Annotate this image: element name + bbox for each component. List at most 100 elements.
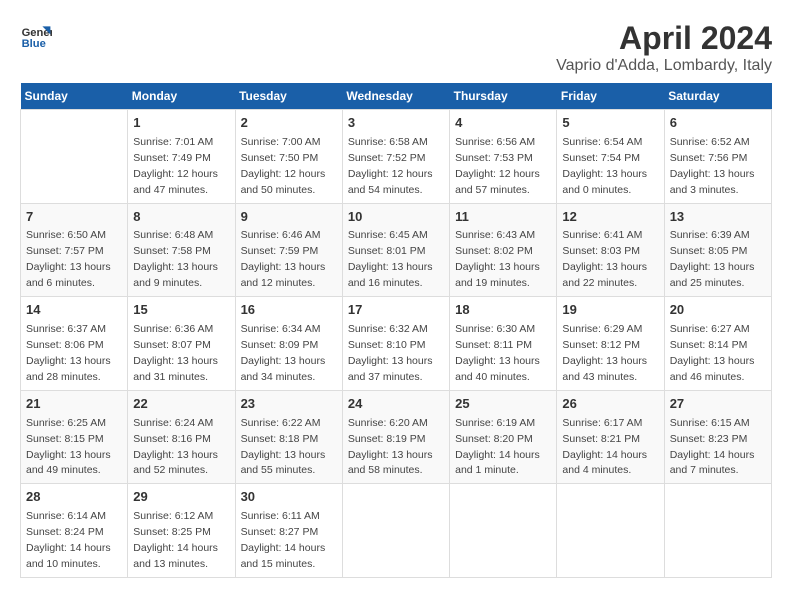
- header-day-wednesday: Wednesday: [342, 83, 449, 110]
- day-info: Sunrise: 6:34 AM Sunset: 8:09 PM Dayligh…: [241, 323, 326, 383]
- day-number: 14: [26, 301, 122, 320]
- day-number: 9: [241, 208, 337, 227]
- svg-text:Blue: Blue: [22, 38, 46, 50]
- day-info: Sunrise: 6:12 AM Sunset: 8:25 PM Dayligh…: [133, 510, 218, 570]
- calendar-cell: 29Sunrise: 6:12 AM Sunset: 8:25 PM Dayli…: [128, 484, 235, 578]
- day-info: Sunrise: 7:01 AM Sunset: 7:49 PM Dayligh…: [133, 136, 218, 196]
- calendar-cell: 1 Sunrise: 7:01 AM Sunset: 7:49 PM Daylig…: [128, 110, 235, 204]
- header-day-sunday: Sunday: [21, 83, 128, 110]
- day-info: Sunrise: 6:41 AM Sunset: 8:03 PM Dayligh…: [562, 229, 647, 289]
- day-number: 7: [26, 208, 122, 227]
- day-number: 8: [133, 208, 229, 227]
- day-info: Sunrise: 6:45 AM Sunset: 8:01 PM Dayligh…: [348, 229, 433, 289]
- calendar-cell: 15 Sunrise: 6:36 AM Sunset: 8:07 PM Dayli…: [128, 297, 235, 391]
- calendar-cell: 5Sunrise: 6:54 AM Sunset: 7:54 PM Daylig…: [557, 110, 664, 204]
- calendar-cell: [557, 484, 664, 578]
- calendar-cell: 4 Sunrise: 6:56 AM Sunset: 7:53 PM Daylig…: [450, 110, 557, 204]
- day-number: 21: [26, 395, 122, 414]
- day-number: 6: [670, 114, 766, 133]
- calendar-cell: 30 Sunrise: 6:11 AM Sunset: 8:27 PM Dayli…: [235, 484, 342, 578]
- day-number: 18: [455, 301, 551, 320]
- day-info: Sunrise: 6:27 AM Sunset: 8:14 PM Dayligh…: [670, 323, 755, 383]
- day-info: Sunrise: 6:52 AM Sunset: 7:56 PM Dayligh…: [670, 136, 755, 196]
- header-day-thursday: Thursday: [450, 83, 557, 110]
- day-info: Sunrise: 6:39 AM Sunset: 8:05 PM Dayligh…: [670, 229, 755, 289]
- calendar-week-3: 14 Sunrise: 6:37 AM Sunset: 8:06 PM Dayli…: [21, 297, 772, 391]
- day-number: 19: [562, 301, 658, 320]
- calendar-cell: 18 Sunrise: 6:30 AM Sunset: 8:11 PM Dayli…: [450, 297, 557, 391]
- calendar-cell: 3 Sunrise: 6:58 AM Sunset: 7:52 PM Daylig…: [342, 110, 449, 204]
- day-info: Sunrise: 6:20 AM Sunset: 8:19 PM Dayligh…: [348, 417, 433, 477]
- calendar-week-4: 21 Sunrise: 6:25 AM Sunset: 8:15 PM Dayli…: [21, 390, 772, 484]
- calendar-table: SundayMondayTuesdayWednesdayThursdayFrid…: [20, 83, 772, 578]
- day-info: Sunrise: 6:46 AM Sunset: 7:59 PM Dayligh…: [241, 229, 326, 289]
- calendar-body: 1 Sunrise: 7:01 AM Sunset: 7:49 PM Daylig…: [21, 110, 772, 578]
- day-info: Sunrise: 6:56 AM Sunset: 7:53 PM Dayligh…: [455, 136, 540, 196]
- calendar-week-2: 7 Sunrise: 6:50 AM Sunset: 7:57 PM Daylig…: [21, 203, 772, 297]
- calendar-cell: [450, 484, 557, 578]
- day-number: 26: [562, 395, 658, 414]
- logo: General Blue: [20, 20, 52, 52]
- day-number: 24: [348, 395, 444, 414]
- day-info: Sunrise: 6:30 AM Sunset: 8:11 PM Dayligh…: [455, 323, 540, 383]
- day-number: 11: [455, 208, 551, 227]
- calendar-cell: 11 Sunrise: 6:43 AM Sunset: 8:02 PM Dayli…: [450, 203, 557, 297]
- day-info: Sunrise: 6:29 AM Sunset: 8:12 PM Dayligh…: [562, 323, 647, 383]
- calendar-cell: [21, 110, 128, 204]
- day-number: 27: [670, 395, 766, 414]
- calendar-cell: 12 Sunrise: 6:41 AM Sunset: 8:03 PM Dayli…: [557, 203, 664, 297]
- day-number: 2: [241, 114, 337, 133]
- calendar-cell: 7 Sunrise: 6:50 AM Sunset: 7:57 PM Daylig…: [21, 203, 128, 297]
- title-block: April 2024 Vaprio d'Adda, Lombardy, Ital…: [556, 20, 772, 75]
- day-number: 1: [133, 114, 229, 133]
- day-number: 13: [670, 208, 766, 227]
- calendar-cell: 19 Sunrise: 6:29 AM Sunset: 8:12 PM Dayli…: [557, 297, 664, 391]
- calendar-cell: 16 Sunrise: 6:34 AM Sunset: 8:09 PM Dayli…: [235, 297, 342, 391]
- page-subtitle: Vaprio d'Adda, Lombardy, Italy: [556, 57, 772, 75]
- day-info: Sunrise: 7:00 AM Sunset: 7:50 PM Dayligh…: [241, 136, 326, 196]
- calendar-cell: 24 Sunrise: 6:20 AM Sunset: 8:19 PM Dayli…: [342, 390, 449, 484]
- calendar-cell: 8 Sunrise: 6:48 AM Sunset: 7:58 PM Daylig…: [128, 203, 235, 297]
- day-number: 23: [241, 395, 337, 414]
- header-day-saturday: Saturday: [664, 83, 771, 110]
- calendar-cell: 26Sunrise: 6:17 AM Sunset: 8:21 PM Dayli…: [557, 390, 664, 484]
- day-number: 5: [562, 114, 658, 133]
- day-number: 15: [133, 301, 229, 320]
- day-info: Sunrise: 6:25 AM Sunset: 8:15 PM Dayligh…: [26, 417, 111, 477]
- day-info: Sunrise: 6:32 AM Sunset: 8:10 PM Dayligh…: [348, 323, 433, 383]
- day-number: 25: [455, 395, 551, 414]
- day-number: 17: [348, 301, 444, 320]
- day-number: 16: [241, 301, 337, 320]
- day-info: Sunrise: 6:37 AM Sunset: 8:06 PM Dayligh…: [26, 323, 111, 383]
- calendar-cell: 6 Sunrise: 6:52 AM Sunset: 7:56 PM Daylig…: [664, 110, 771, 204]
- day-number: 4: [455, 114, 551, 133]
- calendar-cell: 10Sunrise: 6:45 AM Sunset: 8:01 PM Dayli…: [342, 203, 449, 297]
- calendar-cell: 23 Sunrise: 6:22 AM Sunset: 8:18 PM Dayli…: [235, 390, 342, 484]
- day-info: Sunrise: 6:19 AM Sunset: 8:20 PM Dayligh…: [455, 417, 540, 477]
- day-info: Sunrise: 6:58 AM Sunset: 7:52 PM Dayligh…: [348, 136, 433, 196]
- day-info: Sunrise: 6:15 AM Sunset: 8:23 PM Dayligh…: [670, 417, 755, 477]
- calendar-cell: 13 Sunrise: 6:39 AM Sunset: 8:05 PM Dayli…: [664, 203, 771, 297]
- day-info: Sunrise: 6:43 AM Sunset: 8:02 PM Dayligh…: [455, 229, 540, 289]
- page-header: General Blue April 2024 Vaprio d'Adda, L…: [20, 20, 772, 75]
- calendar-cell: 14 Sunrise: 6:37 AM Sunset: 8:06 PM Dayli…: [21, 297, 128, 391]
- calendar-cell: 22Sunrise: 6:24 AM Sunset: 8:16 PM Dayli…: [128, 390, 235, 484]
- day-info: Sunrise: 6:11 AM Sunset: 8:27 PM Dayligh…: [241, 510, 326, 570]
- calendar-cell: 2 Sunrise: 7:00 AM Sunset: 7:50 PM Daylig…: [235, 110, 342, 204]
- calendar-header-row: SundayMondayTuesdayWednesdayThursdayFrid…: [21, 83, 772, 110]
- day-number: 12: [562, 208, 658, 227]
- calendar-cell: 28Sunrise: 6:14 AM Sunset: 8:24 PM Dayli…: [21, 484, 128, 578]
- page-title: April 2024: [556, 20, 772, 57]
- logo-icon: General Blue: [20, 20, 52, 52]
- header-day-tuesday: Tuesday: [235, 83, 342, 110]
- day-info: Sunrise: 6:24 AM Sunset: 8:16 PM Dayligh…: [133, 417, 218, 477]
- day-info: Sunrise: 6:48 AM Sunset: 7:58 PM Dayligh…: [133, 229, 218, 289]
- day-info: Sunrise: 6:50 AM Sunset: 7:57 PM Dayligh…: [26, 229, 111, 289]
- day-info: Sunrise: 6:22 AM Sunset: 8:18 PM Dayligh…: [241, 417, 326, 477]
- day-number: 3: [348, 114, 444, 133]
- day-info: Sunrise: 6:36 AM Sunset: 8:07 PM Dayligh…: [133, 323, 218, 383]
- day-info: Sunrise: 6:14 AM Sunset: 8:24 PM Dayligh…: [26, 510, 111, 570]
- calendar-cell: 27 Sunrise: 6:15 AM Sunset: 8:23 PM Dayli…: [664, 390, 771, 484]
- day-number: 30: [241, 488, 337, 507]
- calendar-cell: [664, 484, 771, 578]
